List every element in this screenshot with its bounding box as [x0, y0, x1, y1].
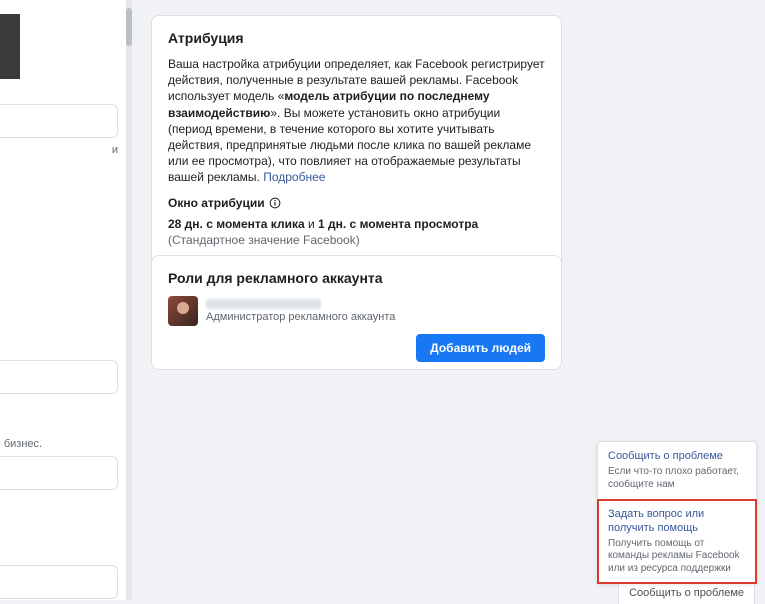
attribution-values: 28 дн. с момента клика и 1 дн. с момента…: [168, 216, 545, 248]
help-item-ask-title: Задать вопрос или получить помощь: [608, 508, 746, 536]
left-input-4[interactable]: [0, 565, 118, 599]
info-icon[interactable]: [269, 197, 281, 209]
left-scrollbar[interactable]: [126, 0, 132, 600]
attribution-standard: (Стандартное значение Facebook): [168, 233, 360, 247]
help-item-ask[interactable]: Задать вопрос или получить помощь Получи…: [598, 500, 756, 583]
roles-button-row: Добавить людей: [168, 334, 545, 362]
add-people-button[interactable]: Добавить людей: [416, 334, 545, 362]
role-subtitle: Администратор рекламного аккаунта: [206, 311, 395, 323]
attribution-window-heading: Окно атрибуции: [168, 196, 265, 210]
attribution-learn-more-link[interactable]: Подробнее: [263, 170, 325, 184]
help-item-report-title: Сообщить о проблеме: [608, 450, 746, 464]
roles-card: Роли для рекламного аккаунта Администрат…: [151, 255, 562, 370]
role-name-redacted: [206, 299, 321, 309]
roles-heading: Роли для рекламного аккаунта: [168, 270, 545, 286]
left-label-1: и: [0, 144, 118, 156]
attribution-click-value: 28 дн. с момента клика: [168, 217, 305, 231]
left-label-3: ведете бизнес.: [0, 438, 118, 450]
left-scroll-thumb[interactable]: [126, 8, 132, 46]
left-input-2[interactable]: [0, 360, 118, 394]
attribution-heading: Атрибуция: [168, 30, 545, 46]
attribution-window-heading-row: Окно атрибуции: [168, 196, 545, 210]
left-input-3[interactable]: [0, 456, 118, 490]
attribution-joiner: и: [305, 217, 318, 231]
avatar: [168, 296, 198, 326]
dark-popover-fragment: [0, 14, 20, 79]
role-text: Администратор рекламного аккаунта: [206, 299, 395, 323]
role-row: Администратор рекламного аккаунта: [168, 296, 545, 326]
help-item-ask-sub: Получить помощь от команды рекламы Faceb…: [608, 538, 746, 576]
left-label-4: декс: [0, 547, 118, 559]
report-problem-button[interactable]: Сообщить о проблеме: [618, 581, 755, 604]
left-sidebar: и ведете бизнес. декс: [0, 0, 132, 600]
left-input-1[interactable]: [0, 104, 118, 138]
help-dropdown: Сообщить о проблеме Если что-то плохо ра…: [597, 441, 757, 584]
help-item-report-sub: Если что-то плохо работает, сообщите нам: [608, 466, 746, 491]
left-content: и ведете бизнес. декс: [0, 0, 126, 600]
attribution-description: Ваша настройка атрибуции определяет, как…: [168, 56, 545, 186]
help-item-report[interactable]: Сообщить о проблеме Если что-то плохо ра…: [598, 442, 756, 500]
attribution-view-value: 1 дн. с момента просмотра: [318, 217, 478, 231]
